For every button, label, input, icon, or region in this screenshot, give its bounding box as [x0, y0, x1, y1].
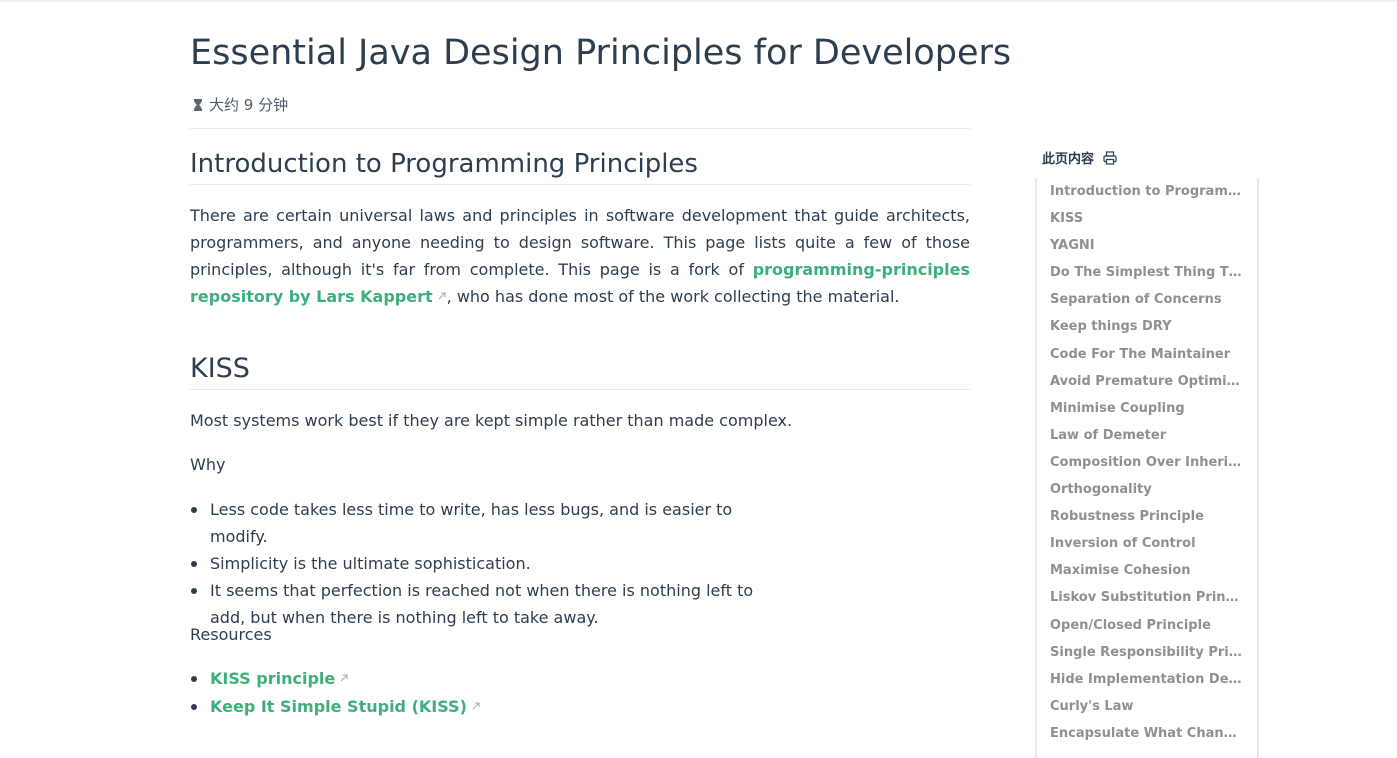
toc-list: Introduction to Programmin... KISS YAGNI… — [1050, 178, 1245, 747]
toc-item[interactable]: YAGNI — [1050, 232, 1245, 259]
toc-item[interactable]: Inversion of Control — [1050, 530, 1245, 557]
toc-item[interactable]: Open/Closed Principle — [1050, 612, 1245, 639]
toc-item[interactable]: Encapsulate What Changes — [1050, 720, 1245, 747]
toc-item[interactable]: Orthogonality — [1050, 476, 1245, 503]
intro-paragraph: There are certain universal laws and pri… — [190, 202, 970, 310]
external-link-icon — [472, 702, 480, 710]
reading-time-label: 大约 9 分钟 — [209, 96, 289, 114]
list-item: KISS principle — [190, 665, 481, 693]
toc-item[interactable]: Robustness Principle — [1050, 503, 1245, 530]
reading-time: 大约 9 分钟 — [190, 94, 288, 115]
toc-header: 此页内容 — [1042, 148, 1118, 167]
kiss-resources-label: Resources — [190, 625, 272, 644]
toc-item[interactable]: Minimise Coupling — [1050, 395, 1245, 422]
toc-nav: Introduction to Programmin... KISS YAGNI… — [1035, 178, 1259, 758]
kiss-why-list: Less code takes less time to write, has … — [190, 496, 790, 631]
heading-intro[interactable]: Introduction to Programming Principles — [190, 148, 698, 180]
list-item: Less code takes less time to write, has … — [190, 496, 790, 550]
kiss-principle-link[interactable]: KISS principle — [210, 669, 349, 688]
toc-item[interactable]: Liskov Substitution Principle — [1050, 584, 1245, 611]
top-shadow — [0, 0, 1397, 3]
toc-item[interactable]: Composition Over Inheritance — [1050, 449, 1245, 476]
list-item: Keep It Simple Stupid (KISS) — [190, 693, 481, 721]
heading-intro-divider — [190, 184, 970, 185]
heading-kiss[interactable]: KISS — [190, 352, 250, 386]
kiss-summary: Most systems work best if they are kept … — [190, 411, 793, 430]
hourglass-icon — [194, 98, 202, 111]
toc-item[interactable]: Introduction to Programmin... — [1050, 178, 1245, 205]
toc-item[interactable]: Maximise Cohesion — [1050, 557, 1245, 584]
heading-kiss-divider — [190, 389, 970, 390]
toc-item[interactable]: Do The Simplest Thing That ... — [1050, 259, 1245, 286]
toc-item[interactable]: Curly's Law — [1050, 693, 1245, 720]
printer-icon[interactable] — [1102, 150, 1118, 166]
kiss-principle-link-label: KISS principle — [210, 669, 336, 688]
kiss-why-label: Why — [190, 455, 226, 474]
toc-item[interactable]: KISS — [1050, 205, 1245, 232]
intro-text-after: , who has done most of the work collecti… — [446, 287, 900, 306]
page-title: Essential Java Design Principles for Dev… — [190, 33, 1012, 73]
list-item: Simplicity is the ultimate sophisticatio… — [190, 550, 790, 577]
toc-item[interactable]: Separation of Concerns — [1050, 286, 1245, 313]
toc-item[interactable]: Hide Implementation Details — [1050, 666, 1245, 693]
toc-item[interactable]: Single Responsibility Principle — [1050, 639, 1245, 666]
external-link-icon — [438, 292, 446, 300]
kiss-resources-list: KISS principle Keep It Simple Stupid (KI… — [190, 665, 481, 721]
toc-title: 此页内容 — [1042, 152, 1095, 167]
keep-it-simple-stupid-link[interactable]: Keep It Simple Stupid (KISS) — [210, 697, 481, 716]
keep-it-simple-stupid-link-label: Keep It Simple Stupid (KISS) — [210, 697, 467, 716]
toc-item[interactable]: Law of Demeter — [1050, 422, 1245, 449]
title-divider — [190, 128, 970, 129]
list-item: It seems that perfection is reached not … — [190, 577, 790, 631]
toc-item[interactable]: Code For The Maintainer — [1050, 341, 1245, 368]
external-link-icon — [340, 674, 348, 682]
toc-item[interactable]: Keep things DRY — [1050, 313, 1245, 340]
toc-item[interactable]: Avoid Premature Optimization — [1050, 368, 1245, 395]
